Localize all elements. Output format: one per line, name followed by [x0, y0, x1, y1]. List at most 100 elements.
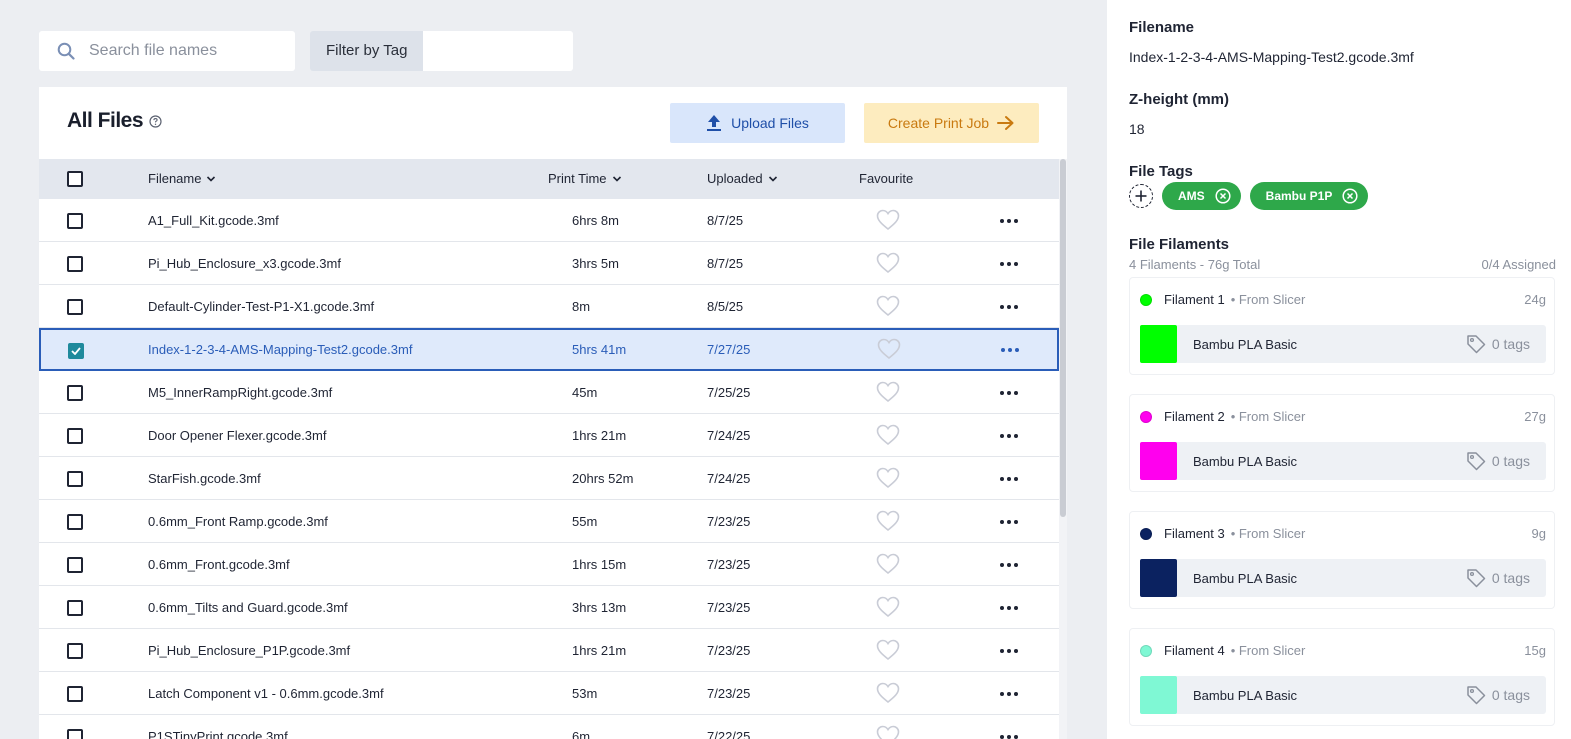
search-input[interactable]	[89, 42, 269, 60]
table-row[interactable]: 0.6mm_Tilts and Guard.gcode.3mf 3hrs 13m 7…	[39, 586, 1059, 629]
filament-tags[interactable]: 0 tags	[1466, 451, 1530, 471]
upload-files-button[interactable]: Upload Files	[670, 103, 845, 143]
row-filename[interactable]: Door Opener Flexer.gcode.3mf	[148, 414, 326, 457]
more-horizontal-icon[interactable]	[1000, 414, 1018, 457]
table-row[interactable]: 0.6mm_Front.gcode.3mf 1hrs 15m 7/23/25	[39, 543, 1059, 586]
column-print-time[interactable]: Print Time	[548, 159, 622, 199]
more-horizontal-icon[interactable]	[1000, 371, 1018, 414]
more-horizontal-icon[interactable]	[1000, 629, 1018, 672]
row-checkbox[interactable]	[67, 256, 83, 272]
plus-circle-icon[interactable]	[1129, 184, 1153, 208]
row-filename[interactable]: Pi_Hub_Enclosure_x3.gcode.3mf	[148, 242, 341, 285]
row-filename[interactable]: A1_Full_Kit.gcode.3mf	[148, 199, 279, 242]
table-row[interactable]: Door Opener Flexer.gcode.3mf 1hrs 21m 7/24…	[39, 414, 1059, 457]
more-horizontal-icon[interactable]	[1000, 199, 1018, 242]
create-print-job-label: Create Print Job	[887, 115, 990, 131]
row-checkbox[interactable]	[67, 299, 83, 315]
more-horizontal-icon[interactable]	[1000, 500, 1018, 543]
table-header: Filename Print Time Uploaded Favourite	[39, 159, 1059, 199]
table-row[interactable]: Index-1-2-3-4-AMS-Mapping-Test2.gcode.3m…	[39, 328, 1059, 371]
table-row[interactable]: P1STinyPrint.gcode.3mf 6m 7/22/25	[39, 715, 1059, 739]
table-row[interactable]: A1_Full_Kit.gcode.3mf 6hrs 8m 8/7/25	[39, 199, 1059, 242]
heart-icon[interactable]	[876, 682, 900, 707]
close-circle-icon[interactable]	[1215, 188, 1231, 204]
table-row[interactable]: Latch Component v1 - 0.6mm.gcode.3mf 53m 7…	[39, 672, 1059, 715]
table-row[interactable]: Pi_Hub_Enclosure_x3.gcode.3mf 3hrs 5m 8/7/…	[39, 242, 1059, 285]
row-checkbox[interactable]	[67, 471, 83, 487]
column-uploaded[interactable]: Uploaded	[707, 159, 778, 199]
create-print-job-button[interactable]: Create Print Job	[864, 103, 1039, 143]
row-checkbox[interactable]	[67, 600, 83, 616]
heart-icon[interactable]	[876, 467, 900, 492]
table-row[interactable]: Pi_Hub_Enclosure_P1P.gcode.3mf 1hrs 21m 7/…	[39, 629, 1059, 672]
row-checkbox[interactable]	[67, 557, 83, 573]
filter-by-tag[interactable]: Filter by Tag	[310, 31, 574, 71]
heart-icon[interactable]	[876, 596, 900, 621]
heart-icon[interactable]	[876, 639, 900, 664]
filament-material: Bambu PLA Basic	[1193, 687, 1298, 703]
table-row[interactable]: M5_InnerRampRight.gcode.3mf 45m 7/25/25	[39, 371, 1059, 414]
table-row[interactable]: StarFish.gcode.3mf 20hrs 52m 7/24/25	[39, 457, 1059, 500]
more-horizontal-icon[interactable]	[1000, 586, 1018, 629]
filament-tags[interactable]: 0 tags	[1466, 334, 1530, 354]
details-filaments-label: File Filaments	[1129, 236, 1230, 253]
row-filename[interactable]: Index-1-2-3-4-AMS-Mapping-Test2.gcode.3m…	[148, 330, 412, 369]
row-filename[interactable]: StarFish.gcode.3mf	[148, 457, 261, 500]
filter-by-tag-input[interactable]	[423, 31, 574, 71]
table-row[interactable]: 0.6mm_Front Ramp.gcode.3mf 55m 7/23/25	[39, 500, 1059, 543]
search-box[interactable]	[39, 31, 295, 71]
heart-icon[interactable]	[876, 381, 900, 406]
row-filename[interactable]: Default-Cylinder-Test-P1-X1.gcode.3mf	[148, 285, 374, 328]
filament-card[interactable]: Filament 4 • From Slicer 15g Bambu PLA Basi…	[1129, 628, 1555, 726]
more-horizontal-icon[interactable]	[1000, 457, 1018, 500]
table-scrollbar-thumb[interactable]	[1060, 159, 1066, 517]
row-checkbox[interactable]	[67, 514, 83, 530]
more-horizontal-icon[interactable]	[1000, 715, 1018, 739]
row-filename[interactable]: 0.6mm_Front Ramp.gcode.3mf	[148, 500, 328, 543]
filament-tags[interactable]: 0 tags	[1466, 685, 1530, 705]
close-circle-icon[interactable]	[1342, 188, 1358, 204]
heart-icon[interactable]	[877, 338, 901, 363]
filaments-summary: 4 Filaments - 76g Total	[1129, 257, 1261, 272]
filament-material-row[interactable]: Bambu PLA Basic 0 tags	[1140, 442, 1546, 480]
row-checkbox[interactable]	[67, 385, 83, 401]
more-horizontal-icon[interactable]	[1000, 242, 1018, 285]
more-horizontal-icon[interactable]	[1000, 672, 1018, 715]
more-horizontal-icon[interactable]	[1001, 330, 1019, 369]
row-filename[interactable]: Pi_Hub_Enclosure_P1P.gcode.3mf	[148, 629, 350, 672]
row-checkbox[interactable]	[67, 428, 83, 444]
heart-icon[interactable]	[876, 209, 900, 234]
row-checkbox[interactable]	[67, 729, 83, 739]
filament-material-row[interactable]: Bambu PLA Basic 0 tags	[1140, 559, 1546, 597]
more-horizontal-icon[interactable]	[1000, 543, 1018, 586]
filament-tags[interactable]: 0 tags	[1466, 568, 1530, 588]
select-all-checkbox[interactable]	[67, 171, 83, 187]
row-checkbox[interactable]	[67, 643, 83, 659]
row-filename[interactable]: Latch Component v1 - 0.6mm.gcode.3mf	[148, 672, 384, 715]
row-filename[interactable]: P1STinyPrint.gcode.3mf	[148, 715, 288, 739]
filament-card[interactable]: Filament 3 • From Slicer 9g Bambu PLA Basic…	[1129, 511, 1555, 609]
row-checkbox[interactable]	[67, 213, 83, 229]
filament-material-row[interactable]: Bambu PLA Basic 0 tags	[1140, 676, 1546, 714]
more-horizontal-icon[interactable]	[1000, 285, 1018, 328]
row-filename[interactable]: 0.6mm_Front.gcode.3mf	[148, 543, 290, 586]
column-filename[interactable]: Filename	[148, 159, 216, 199]
row-filename[interactable]: 0.6mm_Tilts and Guard.gcode.3mf	[148, 586, 348, 629]
heart-icon[interactable]	[876, 424, 900, 449]
filament-material-row[interactable]: Bambu PLA Basic 0 tags	[1140, 325, 1546, 363]
row-uploaded: 7/23/25	[707, 643, 751, 658]
filament-card[interactable]: Filament 1 • From Slicer 24g Bambu PLA Basi…	[1129, 277, 1555, 375]
row-checkbox[interactable]	[68, 343, 84, 359]
row-filename[interactable]: M5_InnerRampRight.gcode.3mf	[148, 371, 332, 414]
heart-icon[interactable]	[876, 252, 900, 277]
heart-icon[interactable]	[876, 725, 900, 739]
table-scrollbar[interactable]	[1059, 159, 1067, 739]
heart-icon[interactable]	[876, 295, 900, 320]
heart-icon[interactable]	[876, 510, 900, 535]
help-circle-icon[interactable]	[149, 114, 162, 128]
filament-card[interactable]: Filament 2 • From Slicer 27g Bambu PLA Basi…	[1129, 394, 1555, 492]
row-checkbox[interactable]	[67, 686, 83, 702]
tag-icon	[1467, 452, 1486, 471]
heart-icon[interactable]	[876, 553, 900, 578]
table-row[interactable]: Default-Cylinder-Test-P1-X1.gcode.3mf 8m 8…	[39, 285, 1059, 328]
